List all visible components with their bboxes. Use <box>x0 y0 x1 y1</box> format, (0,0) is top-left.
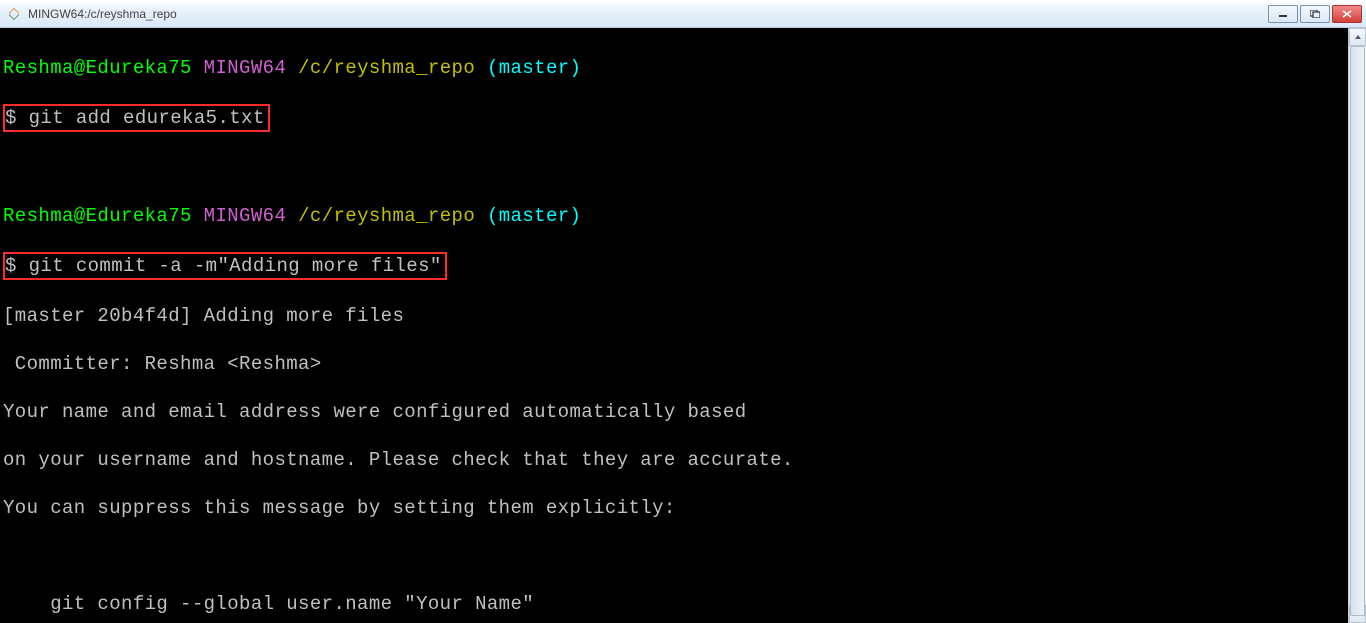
close-button[interactable] <box>1332 5 1362 23</box>
scrollbar-track[interactable] <box>1349 46 1366 605</box>
prompt-shell: MINGW64 <box>204 205 287 227</box>
scrollbar-vertical[interactable] <box>1348 28 1366 623</box>
blank-line <box>3 156 1346 180</box>
command-add: git add edureka5.txt <box>29 107 265 129</box>
prompt-user: Reshma@Edureka75 <box>3 57 192 79</box>
command-line-commit: $ git commit -a -m"Adding more files" <box>3 252 1346 280</box>
prompt-shell: MINGW64 <box>204 57 287 79</box>
terminal-area[interactable]: Reshma@Edureka75 MINGW64 /c/reyshma_repo… <box>0 28 1366 623</box>
terminal-content: Reshma@Edureka75 MINGW64 /c/reyshma_repo… <box>3 32 1346 623</box>
prompt-line: Reshma@Edureka75 MINGW64 /c/reyshma_repo… <box>3 56 1346 80</box>
output-msg: Your name and email address were configu… <box>3 400 1346 424</box>
blank-line <box>3 544 1346 568</box>
output-msg: on your username and hostname. Please ch… <box>3 448 1346 472</box>
prompt-line: Reshma@Edureka75 MINGW64 /c/reyshma_repo… <box>3 204 1346 228</box>
output-commit: [master 20b4f4d] Adding more files <box>3 304 1346 328</box>
prompt-branch: (master) <box>487 57 581 79</box>
prompt-path: /c/reyshma_repo <box>298 205 475 227</box>
output-config-name: git config --global user.name "Your Name… <box>3 592 1346 616</box>
window-controls <box>1268 5 1362 23</box>
prompt-symbol: $ <box>5 255 29 277</box>
window-frame: MINGW64:/c/reyshma_repo Reshma@Edureka75… <box>0 0 1366 623</box>
output-msg: You can suppress this message by setting… <box>3 496 1346 520</box>
prompt-branch: (master) <box>487 205 581 227</box>
prompt-user: Reshma@Edureka75 <box>3 205 192 227</box>
titlebar[interactable]: MINGW64:/c/reyshma_repo <box>0 0 1366 28</box>
minimize-button[interactable] <box>1268 5 1298 23</box>
prompt-symbol: $ <box>5 107 29 129</box>
scroll-up-button[interactable] <box>1349 28 1366 46</box>
output-committer: Committer: Reshma <Reshma> <box>3 352 1346 376</box>
window-title: MINGW64:/c/reyshma_repo <box>28 7 1268 21</box>
maximize-button[interactable] <box>1300 5 1330 23</box>
app-icon <box>6 6 22 22</box>
prompt-path: /c/reyshma_repo <box>298 57 475 79</box>
command-line-add: $ git add edureka5.txt <box>3 104 1346 132</box>
command-commit: git commit -a -m"Adding more files" <box>29 255 442 277</box>
scrollbar-thumb[interactable] <box>1350 46 1365 616</box>
